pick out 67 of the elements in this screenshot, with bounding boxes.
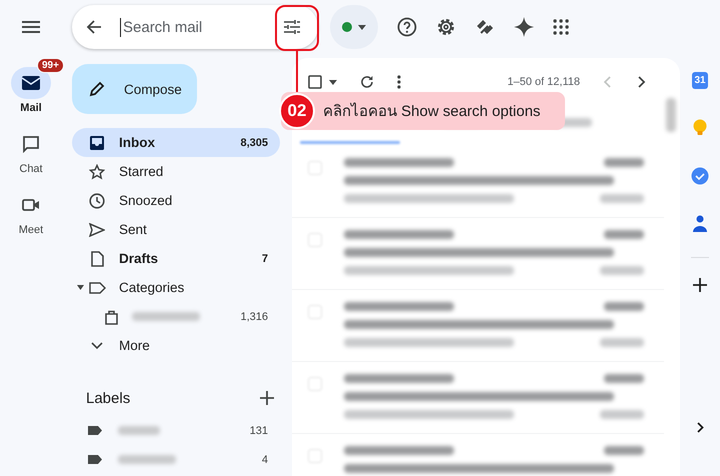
chevron-down-icon (91, 342, 103, 350)
plus-icon[interactable] (260, 391, 274, 405)
unread-badge: 99+ (37, 58, 64, 73)
page-range: 1–50 of 12,118 (507, 76, 580, 88)
chat-bubble-icon (22, 135, 40, 153)
item-count: 8,305 (240, 136, 268, 148)
chevron-right-icon[interactable] (638, 76, 646, 88)
label-item[interactable]: 131 (72, 416, 280, 445)
rail-button[interactable] (11, 67, 51, 99)
nav-item[interactable]: Drafts 7 (72, 244, 280, 273)
person-icon[interactable] (693, 215, 707, 233)
pencil-icon (88, 80, 106, 98)
rail-label: Meet (18, 224, 44, 236)
document-icon (90, 250, 104, 266)
chevron-right-icon[interactable] (696, 422, 704, 433)
label-item[interactable]: 4 (72, 445, 280, 474)
compose-button[interactable]: Compose (72, 64, 197, 114)
scrollbar-thumb[interactable] (666, 98, 676, 132)
checkbox[interactable] (308, 75, 322, 89)
nav-item[interactable]: Snoozed (72, 186, 280, 215)
item-count: 131 (250, 424, 268, 436)
shopping-bag-icon (104, 308, 118, 324)
nav-item[interactable]: Categories (72, 273, 280, 302)
callout-text: คลิกไอคอน Show search options (323, 102, 540, 122)
more-vertical-icon[interactable] (397, 75, 401, 89)
item-count: 1,316 (240, 310, 268, 322)
help-icon[interactable] (397, 17, 417, 37)
clock-icon (89, 192, 105, 208)
nav-item[interactable]: Starred (72, 157, 280, 186)
checkmark-icon[interactable] (691, 167, 709, 185)
rail-label: Mail (20, 102, 42, 114)
inbox-tray-icon (89, 134, 105, 150)
nav-item[interactable]: Inbox 8,305 (72, 128, 280, 157)
star-icon (89, 164, 105, 180)
menu-icon[interactable] (22, 21, 40, 33)
nav-item[interactable]: Sent (72, 215, 280, 244)
status-button[interactable] (330, 5, 378, 49)
caret-icon[interactable] (77, 285, 84, 290)
step-number: 02 (279, 93, 315, 129)
nav-item[interactable]: 1,316 (72, 302, 280, 331)
item-count: 7 (262, 252, 268, 264)
blurred-label (132, 312, 200, 321)
sparkle-icon[interactable] (514, 17, 534, 37)
status-dot-icon (342, 22, 352, 32)
search-options-icon[interactable] (283, 19, 301, 35)
settings-icon[interactable] (436, 17, 456, 37)
search-input[interactable]: Search mail (120, 18, 275, 36)
rail-label: Chat (19, 163, 43, 175)
send-icon (89, 222, 105, 236)
labels-heading: Labels (86, 390, 130, 406)
label-tag-icon (88, 455, 102, 464)
caret-icon[interactable] (329, 80, 337, 84)
plus-icon[interactable] (693, 278, 707, 292)
apps-grid-icon[interactable] (553, 19, 569, 35)
envelope-icon (21, 75, 41, 91)
calendar-icon[interactable]: 31 (692, 72, 708, 89)
shapes-icon[interactable] (475, 17, 495, 37)
highlight-frame (275, 5, 319, 51)
back-arrow-icon[interactable] (86, 19, 102, 35)
label-tag-icon (88, 282, 106, 294)
item-count: 4 (262, 454, 268, 466)
nav-item[interactable]: More (72, 331, 280, 360)
refresh-icon[interactable] (360, 75, 374, 89)
caret-icon (358, 24, 366, 30)
label-tag-icon (88, 426, 102, 435)
video-camera-icon (22, 198, 40, 212)
search-field[interactable]: Search mail (72, 5, 318, 49)
